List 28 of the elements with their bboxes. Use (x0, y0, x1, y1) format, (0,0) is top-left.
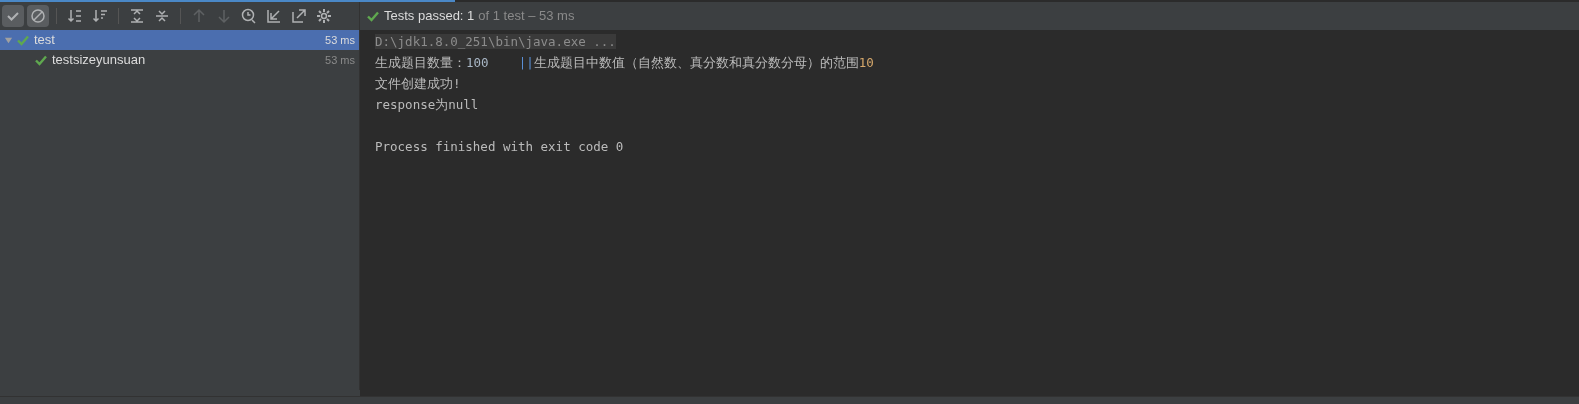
tree-row[interactable]: test 53 ms (0, 30, 359, 50)
collapse-icon (154, 8, 170, 24)
check-icon (16, 33, 30, 47)
toolbar-button[interactable] (2, 5, 24, 27)
console-line: response为null (375, 96, 480, 114)
settings-icon (316, 8, 332, 24)
import-icon (266, 8, 282, 24)
console-line: Process finished with exit code 0 (375, 138, 625, 156)
arrow-up-icon (191, 8, 207, 24)
console-line: 文件创建成功! (375, 75, 462, 93)
test-duration: 53 ms (325, 32, 355, 48)
expand-icon (129, 8, 145, 24)
test-name: testsizeyunsuan (52, 51, 146, 70)
check-icon (34, 53, 48, 67)
check-icon (366, 9, 380, 23)
export-icon (291, 8, 307, 24)
toolbar-button[interactable] (27, 5, 49, 27)
sort-icon (67, 8, 83, 24)
sort-icon (92, 8, 108, 24)
tests-passed-label: Tests passed: 1 (384, 7, 475, 26)
clock-icon (241, 8, 257, 24)
cancel-icon (30, 8, 46, 24)
test-duration: 53 ms (325, 52, 355, 68)
test-name: test (34, 31, 55, 50)
tree-row[interactable]: testsizeyunsuan 53 ms (0, 50, 359, 70)
tests-summary: of 1 test – 53 ms (478, 7, 575, 26)
console-line: 生成题目数量：100 ||生成题目中数值（自然数、真分数和真分数分母）的范围10 (375, 54, 875, 72)
arrow-down-icon (216, 8, 232, 24)
